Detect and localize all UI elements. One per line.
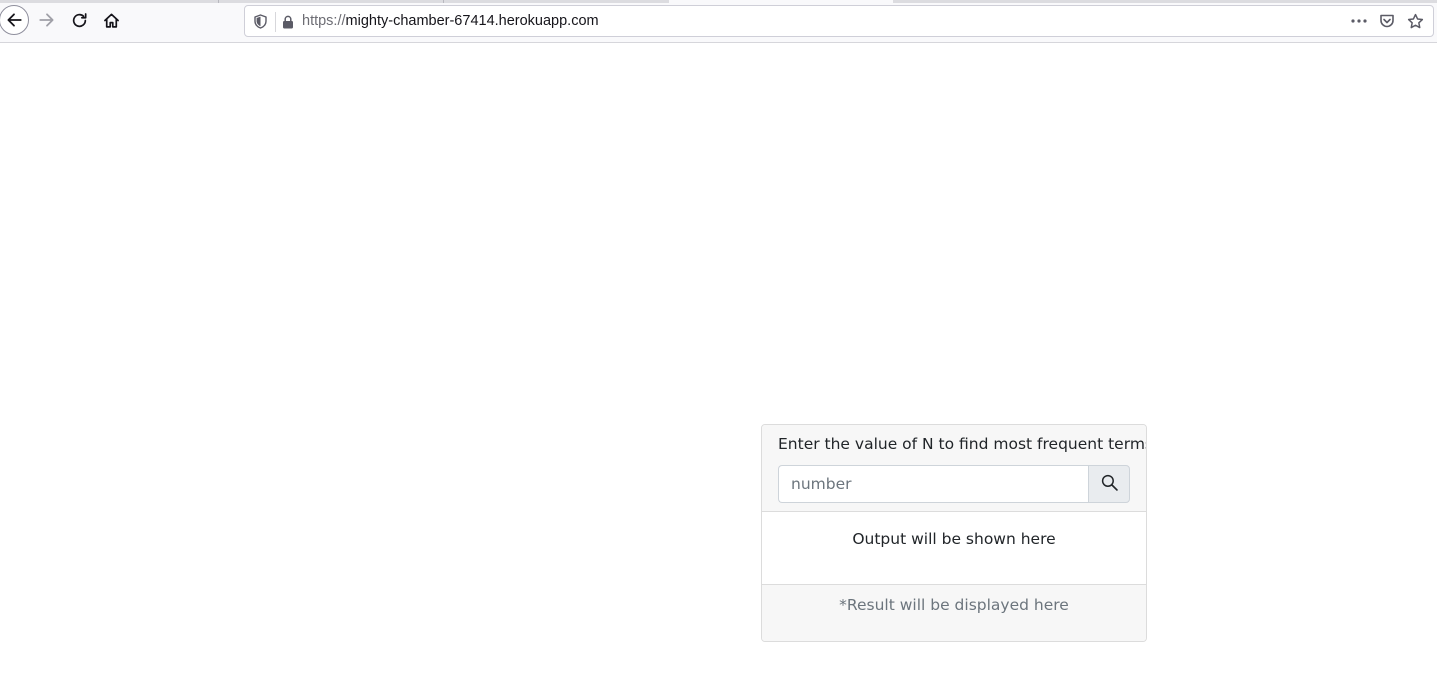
more-icon[interactable] <box>1345 7 1373 35</box>
home-icon <box>103 12 120 29</box>
card-footer: *Result will be displayed here <box>762 585 1146 641</box>
card-title: Enter the value of N to find most freque… <box>778 435 1147 453</box>
result-text: *Result will be displayed here <box>839 596 1069 614</box>
browser-toolbar: https://mighty-chamber-67414.herokuapp.c… <box>0 3 1437 43</box>
card-body: Output will be shown here <box>762 512 1146 585</box>
search-button[interactable] <box>1088 465 1130 503</box>
number-input[interactable] <box>778 465 1089 503</box>
url-text[interactable]: https://mighty-chamber-67414.herokuapp.c… <box>302 6 599 36</box>
shield-icon[interactable] <box>252 13 268 29</box>
forward-button[interactable] <box>32 5 62 35</box>
home-button[interactable] <box>96 5 126 35</box>
search-icon <box>1101 474 1118 495</box>
url-host: mighty-chamber-67414.herokuapp.com <box>345 13 599 29</box>
reload-icon <box>71 12 88 29</box>
url-divider <box>275 12 276 32</box>
card-header: Enter the value of N to find most freque… <box>762 425 1146 512</box>
url-scheme: https:// <box>302 13 346 29</box>
pocket-icon[interactable] <box>1373 7 1401 35</box>
back-button[interactable] <box>0 5 29 35</box>
output-text: Output will be shown here <box>852 530 1056 548</box>
input-group <box>778 465 1130 503</box>
back-icon <box>5 11 23 29</box>
url-bar[interactable]: https://mighty-chamber-67414.herokuapp.c… <box>244 5 1434 37</box>
reload-button[interactable] <box>64 5 94 35</box>
star-icon[interactable] <box>1401 7 1429 35</box>
query-card: Enter the value of N to find most freque… <box>761 424 1147 642</box>
forward-icon <box>38 11 56 29</box>
url-actions <box>1345 6 1429 36</box>
lock-icon[interactable] <box>281 14 295 30</box>
